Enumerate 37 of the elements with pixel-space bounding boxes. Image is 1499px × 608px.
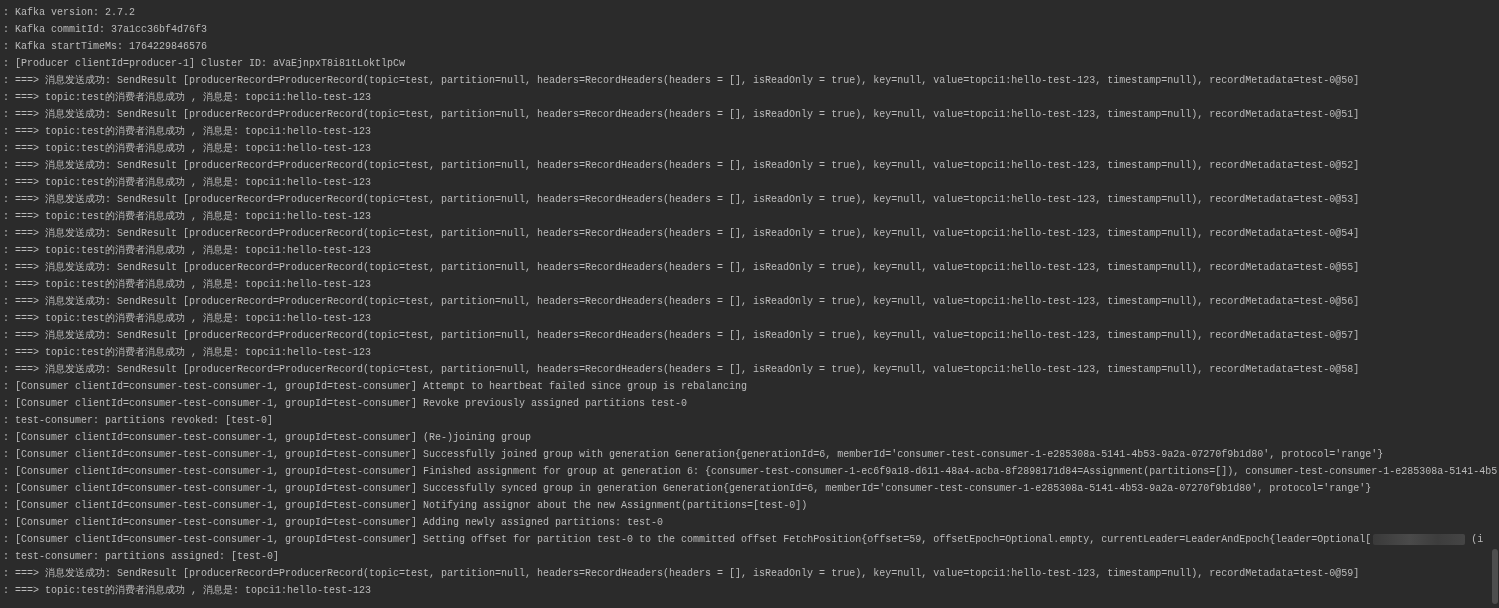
log-line: : ===> topic:test的消费者消息成功 , 消息是: topci1:hello-test-123: [3, 124, 372, 139]
log-line: : [Consumer clientId=consumer-test-consumer-1, groupId=test-consumer] Adding newly assigned partitions: test-0: [3, 516, 664, 530]
log-line: : ===> topic:test的消费者消息成功 , 消息是: topci1:hello-test-123: [3, 90, 372, 105]
log-line: : ===> 消息发送成功: SendResult [producerRecord=ProducerRecord(topic=test, partition=null, headers=RecordHeaders(headers = [], isReadOnly = true), key=null, value=topci1:hello-test-123, timestamp=null), recordMetadata=test-0@55]: [3, 260, 1360, 275]
log-line: : ===> 消息发送成功: SendResult [producerRecord=ProducerRecord(topic=test, partition=null, headers=RecordHeaders(headers = [], isReadOnly = true), key=null, value=topci1:hello-test-123, timestamp=null), recordMetadata=test-0@57]: [3, 328, 1360, 343]
log-line: : ===> 消息发送成功: SendResult [producerRecord=ProducerRecord(topic=test, partition=null, headers=RecordHeaders(headers = [], isReadOnly = true), key=null, value=topci1:hello-test-123, timestamp=null), recordMetadata=test-0@58]: [3, 362, 1360, 377]
log-line: : test-consumer: partitions assigned: [test-0]: [3, 550, 280, 564]
log-line: : ===> topic:test的消费者消息成功 , 消息是: topci1:hello-test-123: [3, 209, 372, 224]
log-line: : [Consumer clientId=consumer-test-consumer-1, groupId=test-consumer] (Re-)joining group: [3, 431, 532, 445]
log-line: : ===> topic:test的消费者消息成功 , 消息是: topci1:hello-test-123: [3, 583, 372, 598]
log-line: : [Consumer clientId=consumer-test-consumer-1, groupId=test-consumer] Revoke previously assigned partitions test-0: [3, 397, 688, 411]
log-line: : ===> 消息发送成功: SendResult [producerRecord=ProducerRecord(topic=test, partition=null, headers=RecordHeaders(headers = [], isReadOnly = true), key=null, value=topci1:hello-test-123, timestamp=null), recordMetadata=test-0@53]: [3, 192, 1360, 207]
log-line: : ===> 消息发送成功: SendResult [producerRecord=ProducerRecord(topic=test, partition=null, headers=RecordHeaders(headers = [], isReadOnly = true), key=null, value=topci1:hello-test-123, timestamp=null), recordMetadata=test-0@52]: [3, 158, 1360, 173]
log-line: : ===> 消息发送成功: SendResult [producerRecord=ProducerRecord(topic=test, partition=null, headers=RecordHeaders(headers = [], isReadOnly = true), key=null, value=topci1:hello-test-123, timestamp=null), recordMetadata=test-0@54]: [3, 226, 1360, 241]
log-line: : [Producer clientId=producer-1] Cluster ID: aVaEjnpxT8i81tLoktlpCw: [3, 57, 406, 71]
log-line: : Kafka startTimeMs: 1764229846576: [3, 40, 208, 54]
log-line: : [Consumer clientId=consumer-test-consumer-1, groupId=test-consumer] Finished assignment for group at generation 6: {consumer-test-consumer-1-ec6f9a18-d611-48a4-acba-8f2898171d84=Assignment(partitions=[]), consumer-test-consumer-1-e285308a-5141-4b5: [3, 465, 1498, 479]
log-line: : Kafka commitId: 37a1cc36bf4d76f3: [3, 23, 208, 37]
log-line: : test-consumer: partitions revoked: [test-0]: [3, 414, 274, 428]
log-line: : ===> topic:test的消费者消息成功 , 消息是: topci1:hello-test-123: [3, 243, 372, 258]
log-line: : [Consumer clientId=consumer-test-consumer-1, groupId=test-consumer] Successfully joined group with generation Generation{generationId=6, memberId='consumer-test-consumer-1-e285308a-5141-4b53-9a2a-07270f9b1d80', protocol='range'}: [3, 448, 1384, 462]
log-line: : ===> topic:test的消费者消息成功 , 消息是: topci1:hello-test-123: [3, 175, 372, 190]
log-line: : Kafka version: 2.7.2: [3, 6, 136, 20]
log-line: : ===> 消息发送成功: SendResult [producerRecord=ProducerRecord(topic=test, partition=null, headers=RecordHeaders(headers = [], isReadOnly = true), key=null, value=topci1:hello-test-123, timestamp=null), recordMetadata=test-0@59]: [3, 566, 1360, 581]
log-line: : ===> topic:test的消费者消息成功 , 消息是: topci1:hello-test-123: [3, 277, 372, 292]
log-line: : ===> 消息发送成功: SendResult [producerRecord=ProducerRecord(topic=test, partition=null, headers=RecordHeaders(headers = [], isReadOnly = true), key=null, value=topci1:hello-test-123, timestamp=null), recordMetadata=test-0@51]: [3, 107, 1360, 122]
log-line: : [Consumer clientId=consumer-test-consumer-1, groupId=test-consumer] Successfully synced group in generation Generation{generationId=6, memberId='consumer-test-consumer-1-e285308a-5141-4b53-9a2a-07270f9b1d80', protocol='range'}: [3, 482, 1372, 496]
log-line: : ===> topic:test的消费者消息成功 , 消息是: topci1:hello-test-123: [3, 141, 372, 156]
log-line: : ===> topic:test的消费者消息成功 , 消息是: topci1:hello-test-123: [3, 345, 372, 360]
log-line: (i: [1471, 533, 1484, 547]
scrollbar-thumb[interactable]: [1492, 549, 1498, 604]
log-line: : [Consumer clientId=consumer-test-consumer-1, groupId=test-consumer] Setting offset for partition test-0 to the committed offset FetchPosition{offset=59, offsetEpoch=Optional.empty, currentLeader=LeaderAndEpoch{leader=Optional[: [3, 533, 1372, 547]
log-line: : [Consumer clientId=consumer-test-consumer-1, groupId=test-consumer] Notifying assignor about the new Assignment(partitions=[test-0]): [3, 499, 808, 513]
log-line: : ===> 消息发送成功: SendResult [producerRecord=ProducerRecord(topic=test, partition=null, headers=RecordHeaders(headers = [], isReadOnly = true), key=null, value=topci1:hello-test-123, timestamp=null), recordMetadata=test-0@50]: [3, 73, 1360, 88]
log-line: : [Consumer clientId=consumer-test-consumer-1, groupId=test-consumer] Attempt to heartbeat failed since group is rebalancing: [3, 380, 748, 394]
log-line: : ===> 消息发送成功: SendResult [producerRecord=ProducerRecord(topic=test, partition=null, headers=RecordHeaders(headers = [], isReadOnly = true), key=null, value=topci1:hello-test-123, timestamp=null), recordMetadata=test-0@56]: [3, 294, 1360, 309]
log-line: : ===> topic:test的消费者消息成功 , 消息是: topci1:hello-test-123: [3, 311, 372, 326]
